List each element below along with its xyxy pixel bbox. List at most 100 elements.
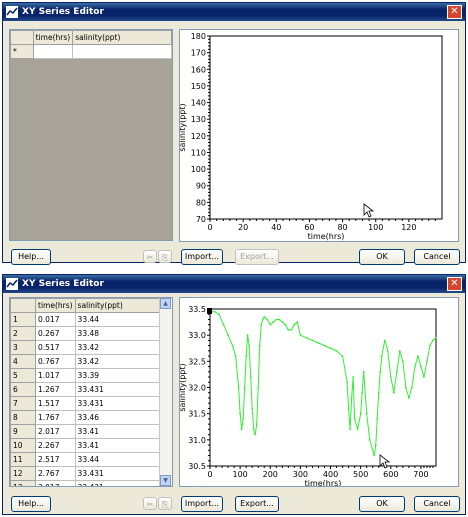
cell-time[interactable]: 2.517 — [35, 452, 76, 467]
table-row[interactable]: 1 0.017 33.44 — [10, 312, 163, 327]
row-number: 1 — [10, 312, 36, 327]
window-title: XY Series Editor — [22, 279, 104, 289]
cell-salinity[interactable]: 33.431 — [74, 480, 163, 486]
cell-salinity[interactable]: 33.431 — [74, 396, 163, 411]
paste-icon[interactable]: ⎘ — [158, 497, 172, 510]
plot-panel: 70 80 90 100 110 120 130 140 150 160 170 180 0 20 40 60… — [178, 29, 459, 242]
column-header-time[interactable]: time(hrs) — [32, 30, 74, 45]
cell-salinity[interactable]: 33.41 — [74, 438, 163, 453]
cell-time[interactable]: 3.017 — [35, 480, 76, 486]
window-title: XY Series Editor — [22, 7, 104, 17]
table-row[interactable]: 10 2.267 33.41 — [10, 438, 163, 453]
table-row[interactable]: 4 0.767 33.42 — [10, 354, 163, 369]
data-point — [353, 418, 356, 420]
table-row[interactable]: 6 1.267 33.431 — [10, 382, 163, 397]
cancel-button[interactable]: Cancel — [414, 249, 460, 265]
x-tick-label: 400 — [323, 470, 338, 479]
cell-time[interactable]: 1.517 — [35, 396, 76, 411]
vertical-scrollbar[interactable]: ▲ ▼ — [159, 298, 172, 486]
data-point — [266, 318, 269, 321]
data-point — [272, 321, 275, 323]
title-bar[interactable]: XY Series Editor ✕ — [3, 275, 465, 293]
x-tick-label: 100 — [232, 470, 247, 479]
app-icon — [6, 278, 18, 290]
data-point — [423, 376, 425, 378]
data-point — [398, 349, 401, 352]
data-point — [376, 418, 379, 420]
cell-salinity[interactable]: 33.42 — [74, 340, 163, 355]
y-tick-label: 150 — [191, 82, 206, 91]
title-bar[interactable]: XY Series Editor ✕ — [3, 3, 465, 21]
cut-icon[interactable]: ✂ — [143, 250, 157, 263]
data-point — [287, 329, 290, 331]
x-tick-label: 100 — [368, 223, 383, 232]
data-point — [362, 370, 365, 373]
cell-time[interactable]: 0.267 — [35, 326, 76, 341]
data-grid[interactable]: time(hrs) salinity(ppt) 1 0.017 33.44 2 0.26… — [9, 297, 173, 487]
column-header-time[interactable]: time(hrs) — [35, 298, 76, 313]
export-button[interactable]: Export... — [235, 496, 279, 512]
cell-time[interactable]: 1.267 — [35, 382, 76, 397]
cell-time[interactable]: 1.767 — [35, 410, 76, 425]
data-point — [386, 349, 389, 352]
table-row[interactable]: 3 0.517 33.42 — [10, 340, 163, 355]
import-button[interactable]: Import... — [181, 249, 223, 265]
ok-button[interactable]: OK — [359, 249, 405, 265]
data-point — [410, 386, 413, 389]
table-row[interactable]: 8 1.767 33.46 — [10, 410, 163, 425]
x-tick-label: 40 — [271, 223, 281, 232]
cell-salinity[interactable]: 33.39 — [74, 368, 163, 383]
cell-time[interactable]: 2.767 — [35, 466, 76, 481]
salinity-chart-empty: 70 80 90 100 110 120 130 140 150 160 170 180 0 20 40 60… — [178, 32, 443, 241]
cell-salinity[interactable]: 33.41 — [74, 424, 163, 439]
help-button[interactable]: Help... — [11, 249, 51, 265]
new-row-marker: * — [10, 44, 34, 59]
data-point — [361, 391, 364, 394]
table-row[interactable]: 11 2.517 33.44 — [10, 452, 163, 467]
cell-salinity[interactable]: 33.46 — [74, 410, 163, 425]
selected-point-marker[interactable] — [207, 308, 212, 314]
paste-icon[interactable]: ⎘ — [158, 250, 172, 263]
table-row[interactable]: 5 1.017 33.39 — [10, 368, 163, 383]
import-button[interactable]: Import... — [181, 496, 223, 512]
scroll-down-arrow-icon[interactable]: ▼ — [160, 475, 171, 486]
y-tick-label: 110 — [191, 148, 206, 157]
cell-time[interactable]: 2.017 — [35, 424, 76, 439]
table-row[interactable]: 7 1.517 33.431 — [10, 396, 163, 411]
data-point — [374, 444, 377, 446]
cell-time[interactable]: 1.017 — [35, 368, 76, 383]
table-row[interactable]: 133.01733.431 — [10, 480, 163, 486]
cell-salinity[interactable]: 33.42 — [74, 354, 163, 369]
cut-icon[interactable]: ✂ — [143, 497, 157, 510]
cell-time[interactable]: 0.017 — [35, 312, 76, 327]
cell-new-salinity[interactable] — [72, 44, 172, 59]
scroll-up-arrow-icon[interactable]: ▲ — [160, 298, 171, 309]
cell-salinity[interactable]: 33.44 — [74, 452, 163, 467]
cell-salinity[interactable]: 33.48 — [74, 326, 163, 341]
ok-button[interactable]: OK — [359, 496, 405, 512]
close-button[interactable]: ✕ — [447, 277, 462, 291]
table-row[interactable]: 2 0.267 33.48 — [10, 326, 163, 341]
data-grid[interactable]: time(hrs) salinity(ppt) * — [9, 29, 173, 241]
cell-new-time[interactable] — [32, 44, 74, 59]
column-header-salinity[interactable]: salinity(ppt) — [72, 30, 172, 45]
data-point — [258, 344, 261, 347]
data-point — [414, 365, 416, 368]
cancel-button[interactable]: Cancel — [414, 496, 460, 512]
help-button[interactable]: Help... — [11, 496, 51, 512]
cell-salinity[interactable]: 33.431 — [74, 466, 163, 481]
data-point — [249, 376, 252, 378]
x-axis-label: time(hrs) — [308, 232, 345, 241]
export-button[interactable]: Export... — [235, 249, 279, 265]
table-row[interactable]: 9 2.017 33.41 — [10, 424, 163, 439]
column-header-salinity[interactable]: salinity(ppt) — [74, 298, 163, 313]
cell-salinity[interactable]: 33.431 — [74, 382, 163, 397]
data-point — [347, 407, 350, 410]
table-row[interactable]: 12 2.767 33.431 — [10, 466, 163, 481]
cell-time[interactable]: 0.517 — [35, 340, 76, 355]
close-button[interactable]: ✕ — [447, 5, 462, 19]
cell-time[interactable]: 2.267 — [35, 438, 76, 453]
cell-salinity[interactable]: 33.44 — [74, 312, 163, 327]
data-point — [368, 438, 371, 441]
cell-time[interactable]: 0.767 — [35, 354, 76, 369]
